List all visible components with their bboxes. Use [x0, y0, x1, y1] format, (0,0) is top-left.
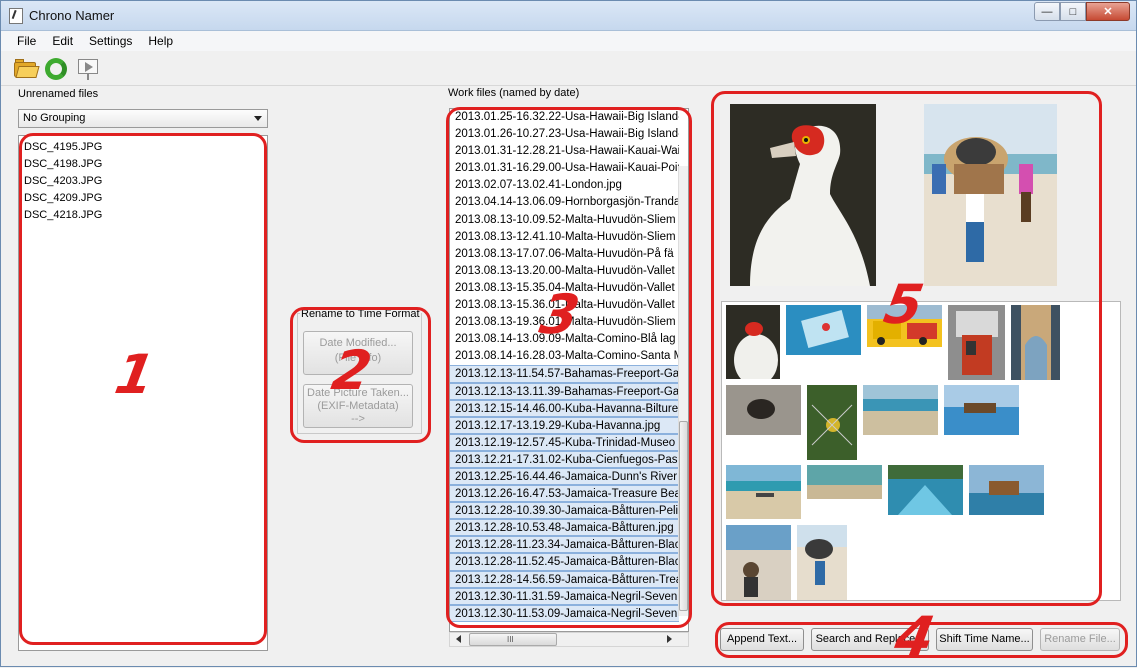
- app-window: Chrono Namer — □ ✕ File Edit Settings He…: [0, 0, 1137, 668]
- work-file-row[interactable]: 2013.12.28-14.56.59-Jamaica-Båtturen-Tre…: [450, 570, 679, 588]
- work-file-row[interactable]: 2013.12.28-10.53.48-Jamaica-Båtturen.jpg: [450, 519, 679, 537]
- window-controls: — □ ✕: [1034, 2, 1130, 21]
- slideshow-icon[interactable]: [75, 57, 101, 81]
- thumbnail[interactable]: [888, 465, 963, 515]
- work-file-row[interactable]: 2013.01.25-16.32.22-Usa-Hawaii-Big Islan…: [450, 109, 679, 126]
- shift-time-name-button[interactable]: Shift Time Name...: [936, 628, 1033, 651]
- rename-group-title: Rename to Time Format: [300, 308, 421, 320]
- date-taken-arrow: -->: [351, 413, 365, 425]
- title-bar: Chrono Namer — □ ✕: [1, 1, 1136, 31]
- scroll-right-icon[interactable]: [667, 635, 672, 643]
- list-item[interactable]: DSC_4195.JPG: [24, 139, 262, 156]
- list-item[interactable]: DSC_4203.JPG: [24, 173, 262, 190]
- thumbnail[interactable]: [807, 385, 857, 460]
- work-file-row[interactable]: 2013.12.17-13.19.29-Kuba-Havanna.jpg: [450, 416, 679, 434]
- work-file-row[interactable]: 2013.12.30-11.53.09-Jamaica-Negril-Seven: [450, 604, 679, 622]
- thumbnail[interactable]: [807, 465, 882, 499]
- rename-file-button[interactable]: Rename File...: [1040, 628, 1120, 651]
- app-icon: [9, 8, 23, 24]
- work-file-row[interactable]: 2013.12.15-14.46.00-Kuba-Havanna-Bilture: [450, 399, 679, 417]
- scroll-grip-icon: III: [507, 635, 514, 644]
- menu-help[interactable]: Help: [140, 31, 181, 51]
- work-files-list[interactable]: 2013.01.25-16.32.22-Usa-Hawaii-Big Islan…: [449, 108, 689, 632]
- grouping-value: No Grouping: [23, 112, 86, 124]
- work-file-row[interactable]: 2013.12.21-17.31.02-Kuba-Cienfuegos-Pase: [450, 450, 679, 468]
- thumbnail[interactable]: [726, 305, 780, 379]
- thumbnail[interactable]: [948, 305, 1005, 380]
- thumbnail-grid[interactable]: [721, 301, 1121, 601]
- work-file-row[interactable]: 2013.08.13-10.09.52-Malta-Huvudön-Sliem: [450, 212, 679, 229]
- minimize-icon: —: [1041, 5, 1053, 18]
- list-item[interactable]: DSC_4218.JPG: [24, 207, 262, 224]
- work-file-row[interactable]: 2013.12.30-11.31.59-Jamaica-Negril-Seven: [450, 587, 679, 605]
- append-text-button[interactable]: Append Text...: [720, 628, 804, 651]
- work-file-row[interactable]: 2013.08.13-12.41.10-Malta-Huvudön-Sliem: [450, 229, 679, 246]
- minimize-button[interactable]: —: [1034, 2, 1060, 21]
- thumbnail[interactable]: [1011, 305, 1060, 380]
- unrenamed-files-label: Unrenamed files: [18, 88, 99, 100]
- work-files-label: Work files (named by date): [448, 87, 580, 99]
- refresh-icon[interactable]: [43, 57, 69, 81]
- thumbnail[interactable]: [944, 385, 1019, 435]
- open-folder-icon[interactable]: [13, 57, 40, 81]
- list-item[interactable]: DSC_4198.JPG: [24, 156, 262, 173]
- vertical-scrollbar-thumb[interactable]: [679, 421, 688, 611]
- work-file-row[interactable]: 2013.01.31-16.29.00-Usa-Hawaii-Kauai-Poi…: [450, 160, 679, 177]
- thumbnail[interactable]: [786, 305, 861, 355]
- grouping-select[interactable]: No Grouping: [18, 109, 268, 128]
- toolbar: [1, 52, 1136, 86]
- thumbnail[interactable]: [863, 385, 938, 435]
- close-button[interactable]: ✕: [1086, 2, 1130, 21]
- work-file-row[interactable]: 2013.08.13-13.20.00-Malta-Huvudön-Vallet: [450, 263, 679, 280]
- menu-bar: File Edit Settings Help: [1, 31, 1136, 51]
- work-file-row[interactable]: 2013.04.14-13.06.09-Hornborgasjön-Tranda: [450, 194, 679, 211]
- thumbnail[interactable]: [797, 525, 847, 600]
- work-file-row[interactable]: 2013.01.26-10.27.23-Usa-Hawaii-Big Islan…: [450, 126, 679, 143]
- menu-settings[interactable]: Settings: [81, 31, 140, 51]
- work-file-row[interactable]: 2013.02.07-13.02.41-London.jpg: [450, 177, 679, 194]
- thumbnail[interactable]: [726, 465, 801, 519]
- work-file-row[interactable]: 2013.12.28-11.52.45-Jamaica-Båtturen-Bla…: [450, 553, 679, 571]
- thumbnail[interactable]: [726, 385, 801, 435]
- work-file-row[interactable]: 2013.12.28-11.23.34-Jamaica-Båtturen-Bla…: [450, 536, 679, 554]
- scroll-left-icon[interactable]: [456, 635, 461, 643]
- maximize-icon: □: [1069, 5, 1077, 18]
- menu-edit[interactable]: Edit: [44, 31, 81, 51]
- work-file-row[interactable]: 2013.12.13-11.54.57-Bahamas-Freeport-Gar: [450, 365, 679, 383]
- thumbnail[interactable]: [726, 525, 791, 600]
- work-file-row[interactable]: 2013.12.26-16.47.53-Jamaica-Treasure Bea…: [450, 485, 679, 503]
- work-file-row[interactable]: 2013.01.31-12.28.21-Usa-Hawaii-Kauai-Wai: [450, 143, 679, 160]
- preview-photo-vendor: [924, 104, 1057, 286]
- preview-photo-duck: [730, 104, 876, 286]
- chevron-down-icon: [254, 116, 262, 121]
- work-file-row[interactable]: 2013.12.25-16.44.46-Jamaica-Dunn's River…: [450, 467, 679, 486]
- menu-file[interactable]: File: [9, 31, 44, 51]
- maximize-button[interactable]: □: [1060, 2, 1086, 21]
- close-icon: ✕: [1103, 6, 1113, 18]
- work-file-row[interactable]: 2013.08.14-16.28.03-Malta-Comino-Santa M: [450, 348, 679, 365]
- work-file-row[interactable]: 2013.12.13-13.11.39-Bahamas-Freeport-Gar: [450, 382, 679, 400]
- work-file-row[interactable]: 2013.12.28-10.39.30-Jamaica-Båtturen-Pel…: [450, 502, 679, 520]
- work-file-row[interactable]: 2013.12.19-12.57.45-Kuba-Trinidad-Museo: [450, 433, 679, 451]
- list-item[interactable]: DSC_4209.JPG: [24, 190, 262, 207]
- window-title: Chrono Namer: [29, 8, 115, 23]
- thumbnail[interactable]: [969, 465, 1044, 515]
- work-file-row[interactable]: 2013.08.13-17.07.06-Malta-Huvudön-På fä: [450, 246, 679, 263]
